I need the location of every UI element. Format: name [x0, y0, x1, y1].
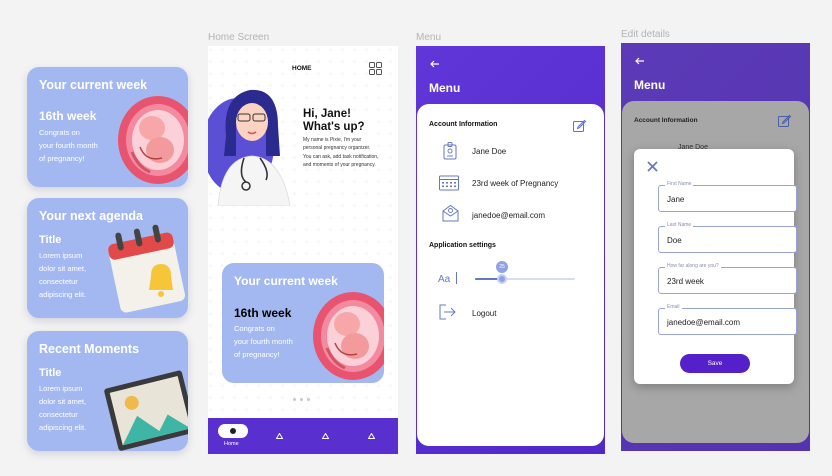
settings-heading: Application settings — [429, 242, 496, 249]
menu-title: Menu — [429, 81, 461, 95]
card-subtitle: 16th week — [39, 109, 97, 123]
fetus-illustration — [118, 96, 188, 184]
edit-modal: First Name Jane Last Name Doe How far al… — [634, 149, 797, 384]
card-subtitle: Title — [39, 367, 62, 379]
nav-triangle-icon[interactable] — [322, 433, 329, 439]
id-badge-icon — [443, 142, 457, 160]
card-body: Congrats on your fourth month of pregnan… — [234, 324, 293, 359]
card-title: Your current week — [39, 78, 148, 92]
slider-value-bubble: 25 — [496, 261, 508, 273]
home-screen: HOME Hi, Jane! What's up? My name is Pix… — [208, 46, 398, 454]
frame-label-edit: Edit details — [621, 29, 670, 40]
intro-text: My name is Pixie, I'm your personal preg… — [303, 137, 379, 168]
edit-icon[interactable] — [573, 119, 586, 132]
text-cursor-icon — [456, 272, 457, 284]
save-button[interactable]: Save — [680, 354, 750, 373]
menu-item-name[interactable]: Jane Doe — [472, 147, 506, 156]
edit-title: Menu — [634, 78, 666, 92]
last-name-field[interactable]: Last Name Doe — [658, 222, 797, 253]
week-field[interactable]: How far along are you? 23rd week — [658, 263, 797, 294]
first-name-field[interactable]: First Name Jane — [658, 181, 797, 212]
edit-details-screen: Menu Account Information Jane Doe A Firs… — [621, 43, 810, 451]
photo-icon — [104, 370, 188, 451]
card-title: Recent Moments — [39, 342, 140, 356]
back-arrow-icon[interactable] — [635, 57, 645, 65]
slider-thumb[interactable] — [497, 274, 507, 284]
close-icon[interactable] — [647, 161, 658, 172]
card-title: Your current week — [234, 274, 338, 288]
recent-moments-card[interactable]: Recent Moments Title Lorem ipsum dolor s… — [27, 331, 188, 451]
card-body: Lorem ipsum dolor sit amet, consectetur … — [39, 251, 87, 299]
back-arrow-icon[interactable] — [430, 60, 440, 68]
greeting: Hi, Jane! What's up? — [303, 108, 365, 133]
nav-triangle-icon[interactable] — [368, 433, 375, 439]
next-agenda-card[interactable]: Your next agenda Title Lorem ipsum dolor… — [27, 198, 188, 318]
calendar-bell-icon — [108, 224, 186, 313]
home-header-title: HOME — [292, 65, 312, 72]
card-body: Congrats on your fourth month of pregnan… — [39, 128, 98, 163]
doctor-avatar — [208, 89, 291, 206]
nav-home-button[interactable] — [218, 424, 248, 438]
carousel-dots[interactable] — [293, 398, 310, 401]
email-field[interactable]: Email janedoe@email.com — [658, 304, 797, 335]
account-heading: Account Information — [429, 121, 498, 128]
logout-icon — [439, 304, 456, 320]
current-week-card[interactable]: Your current week 16th week Congrats on … — [27, 67, 188, 187]
nav-home-label: Home — [224, 441, 239, 447]
email-icon — [442, 204, 459, 222]
fetus-illustration — [313, 292, 384, 380]
font-size-slider[interactable]: 25 — [475, 261, 575, 284]
menu-screen: Menu Account Information Jane Doe 23rd w… — [416, 46, 605, 454]
card-body: Lorem ipsum dolor sit amet, consectetur … — [39, 384, 87, 432]
frame-label-home: Home Screen — [208, 32, 270, 43]
card-subtitle: Title — [39, 234, 62, 246]
frame-label-menu: Menu — [416, 32, 442, 43]
menu-item-week[interactable]: 23rd week of Pregnancy — [472, 179, 558, 188]
home-current-week-card[interactable]: Your current week 16th week Congrats on … — [222, 263, 384, 383]
edit-icon — [778, 114, 791, 127]
account-heading: Account Information — [634, 117, 698, 124]
calendar-icon — [439, 175, 459, 191]
logout-button[interactable]: Logout — [472, 309, 496, 318]
menu-panel: Account Information Jane Doe 23rd week o… — [417, 104, 604, 446]
grid-icon[interactable] — [369, 62, 382, 75]
card-subtitle: 16th week — [234, 306, 292, 320]
menu-item-email[interactable]: janedoe@email.com — [472, 211, 545, 220]
bottom-nav: Home — [208, 418, 398, 454]
nav-triangle-icon[interactable] — [276, 433, 283, 439]
home-icon — [230, 428, 236, 434]
font-size-label: Aa — [438, 274, 451, 285]
